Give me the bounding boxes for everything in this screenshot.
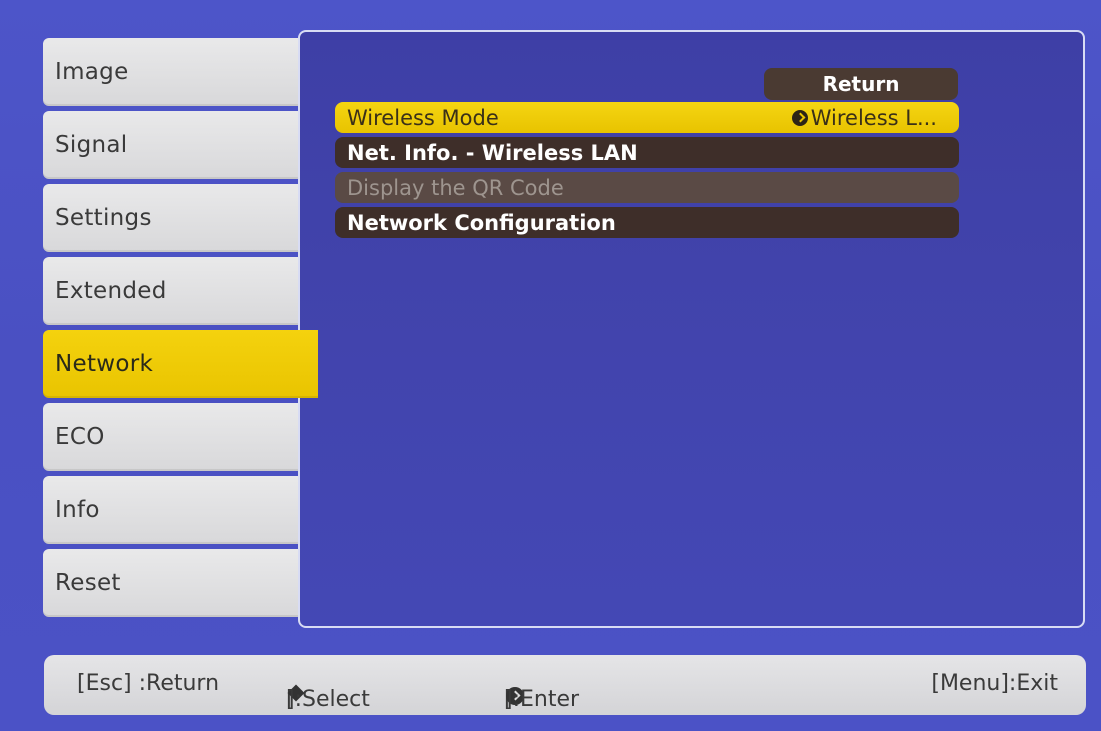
menu-item-label: Display the QR Code: [347, 175, 564, 200]
tab-label: Extended: [55, 278, 167, 304]
menu-item-network-configuration[interactable]: Network Configuration: [335, 207, 959, 238]
tab-label: Settings: [55, 205, 152, 231]
tab-network[interactable]: Network: [43, 330, 318, 398]
tab-label: Network: [55, 351, 154, 377]
help-select-text: ]:Select: [286, 687, 370, 712]
menu-item-label: Network Configuration: [347, 210, 616, 235]
menu-item-value-text: Wireless L...: [810, 105, 937, 130]
projector-menu-screen: Image Signal Settings Extended Network E…: [0, 0, 1101, 731]
menu-item-wireless-mode[interactable]: Wireless Mode Wireless L...: [335, 102, 959, 133]
return-label: Return: [822, 72, 900, 96]
tab-reset[interactable]: Reset: [43, 549, 313, 617]
help-menu-exit: [Menu]:Exit: [931, 671, 1058, 696]
tab-label: ECO: [55, 424, 105, 450]
help-enter-text: ]:Enter: [504, 687, 580, 712]
menu-item-label: Net. Info. - Wireless LAN: [347, 140, 638, 165]
menu-item-value: Wireless L...: [791, 102, 937, 133]
tab-label: Image: [55, 59, 129, 85]
tab-settings[interactable]: Settings: [43, 184, 313, 252]
help-bar: [Esc] :Return []:Select []:Enter [Menu]:…: [44, 655, 1086, 715]
menu-item-net-info-wireless-lan[interactable]: Net. Info. - Wireless LAN: [335, 137, 959, 168]
tab-info[interactable]: Info: [43, 476, 313, 544]
tab-signal[interactable]: Signal: [43, 111, 313, 179]
tab-label: Info: [55, 497, 100, 523]
tab-label: Reset: [55, 570, 121, 596]
enter-circle-icon: [791, 109, 808, 126]
tab-eco[interactable]: ECO: [43, 403, 313, 471]
menu-item-label: Wireless Mode: [347, 105, 499, 130]
return-button[interactable]: Return: [764, 68, 958, 100]
menu-item-display-qr-code: Display the QR Code: [335, 172, 959, 203]
tab-image[interactable]: Image: [43, 38, 313, 106]
tab-label: Signal: [55, 132, 128, 158]
tab-extended[interactable]: Extended: [43, 257, 313, 325]
help-esc-return: [Esc] :Return: [77, 671, 220, 696]
